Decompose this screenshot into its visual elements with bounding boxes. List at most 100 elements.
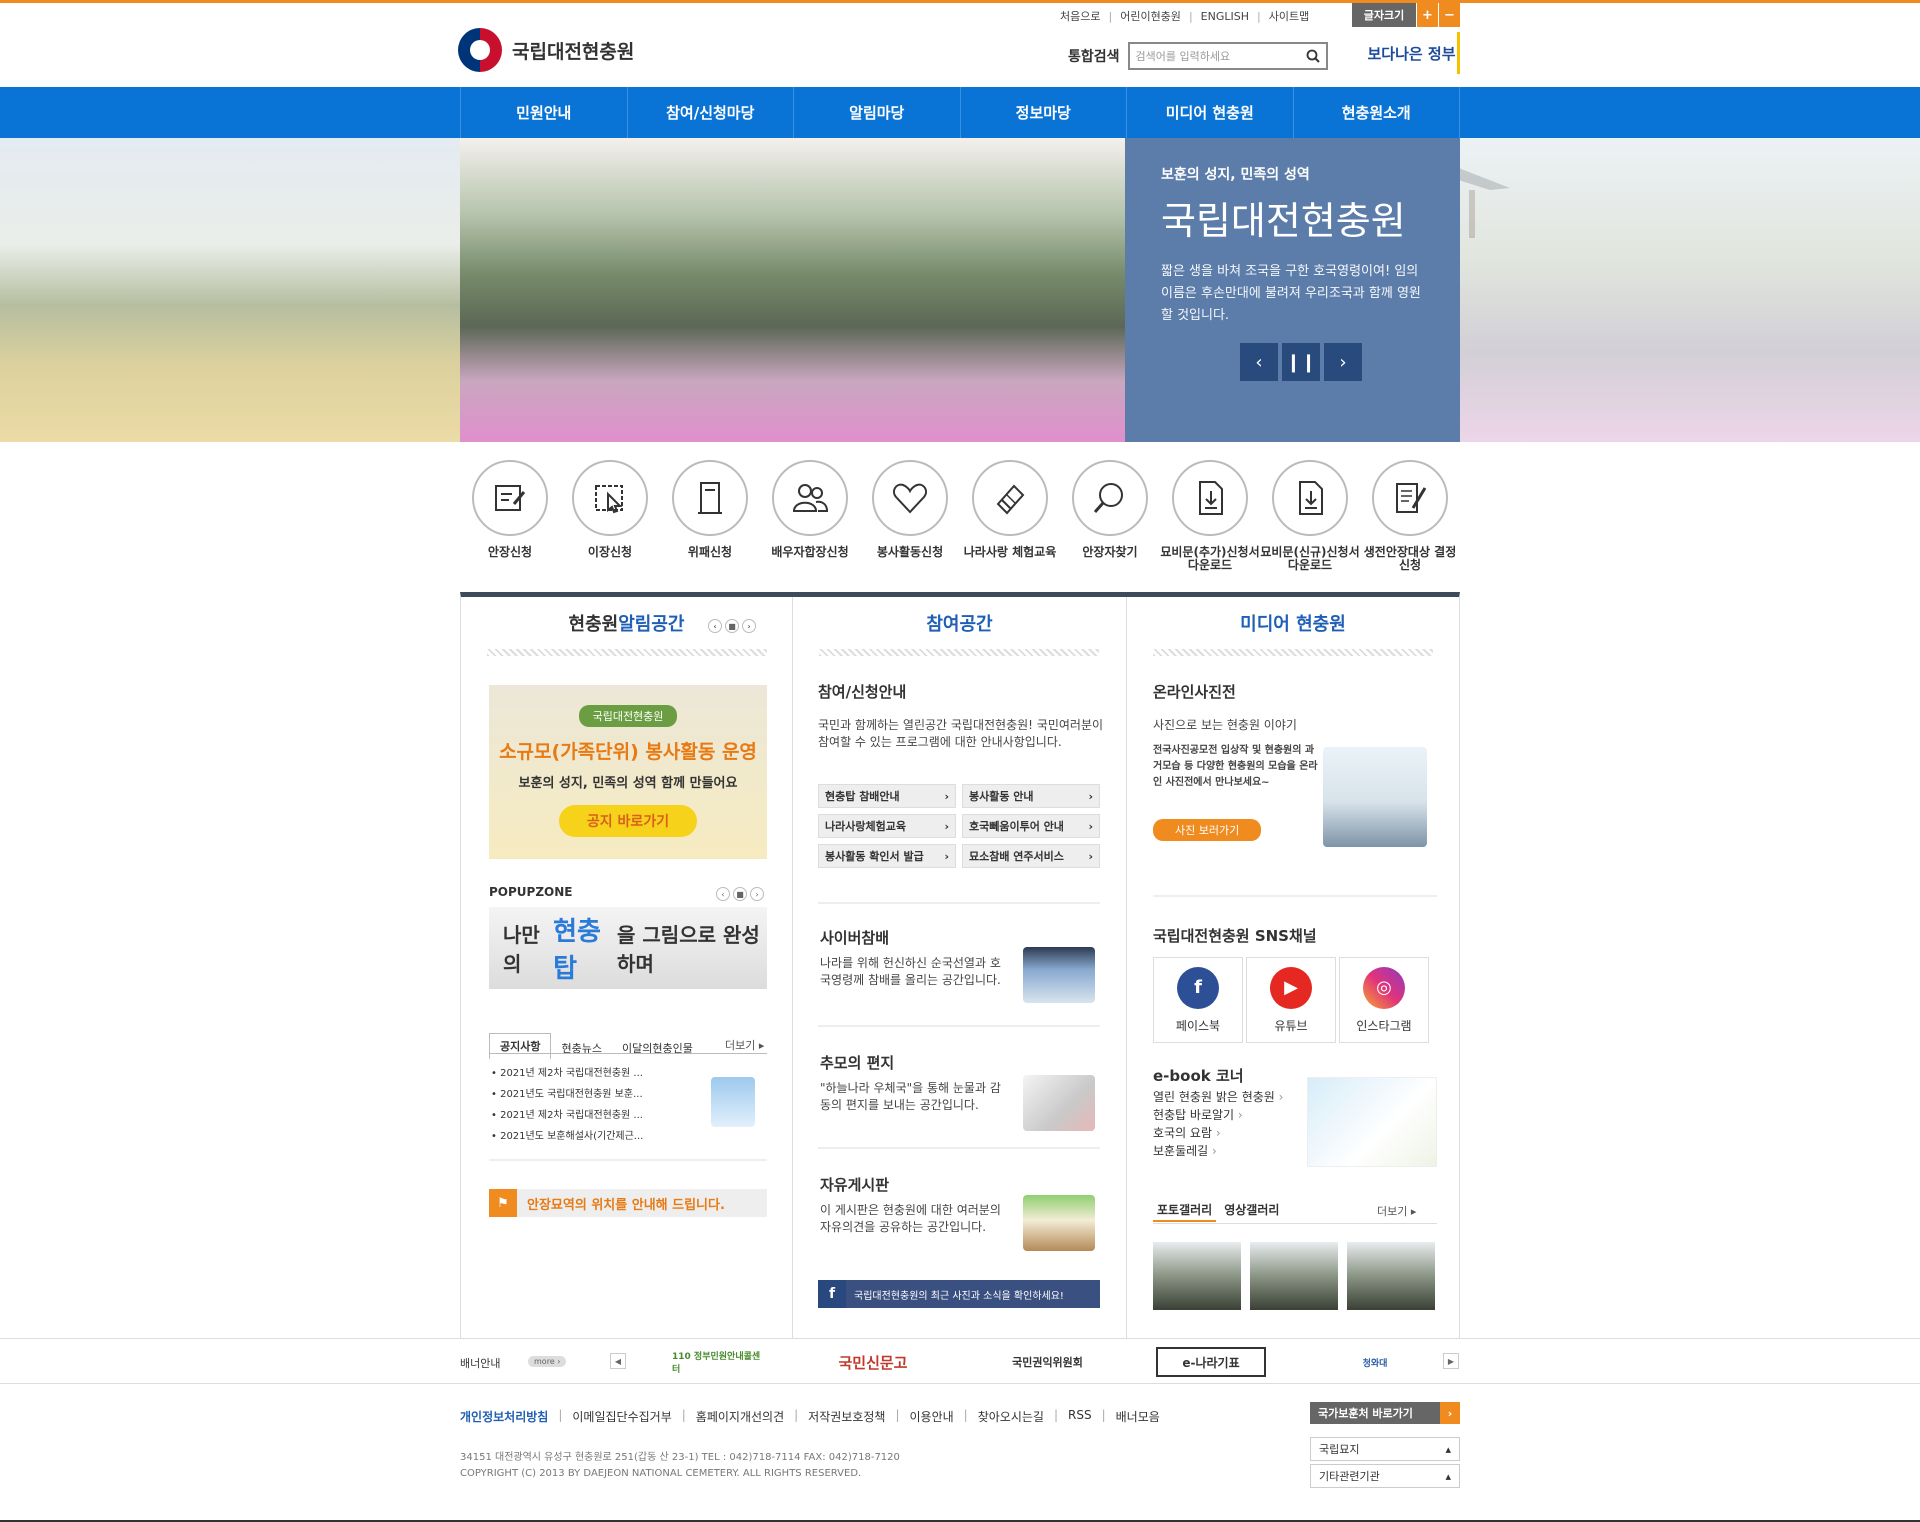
list-item[interactable]: 열린 현충원 밝은 현충원 <box>1153 1088 1283 1106</box>
tour-guide-button[interactable]: 호국뻬움이투어 안내 › <box>962 814 1100 838</box>
banner-next-button[interactable]: ▶ <box>1443 1353 1459 1369</box>
tab-person[interactable]: 이달의현충인물 <box>612 1036 703 1060</box>
volunteer-guide-button[interactable]: 봉사활동 안내 › <box>962 784 1100 808</box>
banner-110[interactable]: 110 정부민원안내콜센터 <box>672 1347 767 1377</box>
media-column: 미디어 현충원 온라인사진전 사진으로 보는 현충원 이야기 전국사진공모전 입… <box>1127 597 1459 1338</box>
sns-instagram-button[interactable]: ◎ 인스타그램 <box>1339 957 1429 1043</box>
board-title[interactable]: 자유게시판 <box>820 1174 889 1195</box>
footer-rss-link[interactable]: RSS <box>1068 1408 1092 1425</box>
cemetery-select[interactable]: 국립묘지 ▴ <box>1310 1437 1460 1461</box>
banner-acrc[interactable]: 국민권익위원회 <box>990 1347 1105 1377</box>
sns-youtube-button[interactable]: ▶ 유튜브 <box>1246 957 1336 1043</box>
board-desc: 이 게시판은 현충원에 대한 여러분의 자유의견을 공유하는 공간입니다. <box>820 1203 1001 1234</box>
button-label: 호국뻬움이투어 안내 <box>969 820 1064 833</box>
tab-notice[interactable]: 공지사항 <box>489 1033 552 1060</box>
quick-education-apply[interactable]: 나라사랑 체험교육 <box>960 460 1060 572</box>
stop-icon[interactable]: ■ <box>725 619 739 633</box>
chevron-left-icon[interactable]: ‹ <box>716 887 730 901</box>
mpva-site-button[interactable]: 국가보훈처 바로가기 › <box>1310 1402 1460 1424</box>
util-sitemap-link[interactable]: 사이트맵 <box>1269 8 1309 24</box>
banner-enara[interactable]: e-나라기표 <box>1156 1347 1266 1377</box>
quick-epitaph-new-download[interactable]: 묘비문(신규)신청서 다운로드 <box>1260 460 1360 572</box>
quick-spouse-apply[interactable]: 배우자합장신청 <box>760 460 860 572</box>
gallery-thumbnail[interactable] <box>1347 1242 1435 1310</box>
font-decrease-button[interactable]: − <box>1438 3 1460 27</box>
footer-usage-link[interactable]: 이용안내 <box>910 1408 954 1425</box>
footer-links: 개인정보처리방침 | 이메일집단수집거부 | 홈페이지개선의견 | 저작권보호정책 | … <box>460 1408 1160 1425</box>
tab-news[interactable]: 현충뉴스 <box>551 1036 611 1060</box>
nav-item-participate[interactable]: 참여/신청마당 <box>628 87 794 138</box>
tab-photo-gallery[interactable]: 포토갤러리 <box>1153 1199 1217 1222</box>
hero-description: 짧은 생을 바쳐 조국을 구한 호국영령이여! 임의 이름은 후손만대에 불려져… <box>1161 264 1421 323</box>
util-english-link[interactable]: ENGLISH <box>1201 10 1249 23</box>
quick-find-buried[interactable]: 안장자찾기 <box>1060 460 1160 572</box>
location-guide-button[interactable]: ⚑ 안장묘역의 위치를 안내해 드립니다. <box>489 1189 767 1217</box>
chevron-left-icon[interactable]: ‹ <box>708 619 722 633</box>
popup-banner[interactable]: 나만의 현충탑 을 그림으로 완성하며 <box>489 907 767 989</box>
related-org-select[interactable]: 기타관련기관 ▴ <box>1310 1464 1460 1488</box>
list-item[interactable]: 2021년도 국립대전현충원 보훈... <box>491 1084 643 1105</box>
memorial-visit-button[interactable]: 현충탑 참배안내 › <box>818 784 956 808</box>
nav-item-civil[interactable]: 민원안내 <box>461 87 628 138</box>
footer-copyright-link[interactable]: 저작권보호정책 <box>808 1408 885 1425</box>
photo-go-button[interactable]: 사진 보러가기 <box>1153 819 1262 841</box>
grave-music-service-button[interactable]: 묘소참배 연주서비스 › <box>962 844 1100 868</box>
nav-item-about[interactable]: 현충원소개 <box>1294 87 1460 138</box>
nav-item-notice[interactable]: 알림마당 <box>794 87 961 138</box>
sns-facebook-button[interactable]: f 페이스북 <box>1153 957 1243 1043</box>
photo-exhibit-title[interactable]: 온라인사진전 <box>1153 681 1236 702</box>
facebook-news-bar[interactable]: f 국립대전현충원의 최근 사진과 소식을 확인하세요! <box>818 1280 1100 1308</box>
letter-title[interactable]: 추모의 편지 <box>820 1052 894 1073</box>
eraser-pencil-icon <box>972 460 1048 536</box>
patriot-education-button[interactable]: 나라사랑체험교육 › <box>818 814 956 838</box>
nav-item-info[interactable]: 정보마당 <box>961 87 1127 138</box>
gallery-thumbnail[interactable] <box>1250 1242 1338 1310</box>
gov-badge[interactable]: 보다나은 정부 <box>1366 32 1460 74</box>
util-home-link[interactable]: 처음으로 <box>1060 8 1100 24</box>
banner-sinmungo[interactable]: 국민신문고 <box>828 1347 918 1377</box>
list-item[interactable]: 2021년 제2차 국립대전현충원 ... <box>491 1105 643 1126</box>
chevron-right-icon[interactable]: › <box>742 619 756 633</box>
site-name: 국립대전현충원 <box>512 40 635 63</box>
hero-next-button[interactable]: › <box>1324 343 1362 381</box>
list-item[interactable]: 보훈둘레길 <box>1153 1142 1283 1160</box>
footer-privacy-link[interactable]: 개인정보처리방침 <box>460 1408 548 1425</box>
hero-pause-button[interactable]: ❙❙ <box>1282 343 1320 381</box>
list-item[interactable]: 2021년 제2차 국립대전현충원 ... <box>491 1063 643 1084</box>
banner-more-button[interactable]: more › <box>528 1356 567 1367</box>
guide-desc: 국민과 함께하는 열린공간 국립대전현충원! 국민여러분이 참여할 수 있는 프… <box>818 718 1104 749</box>
list-item[interactable]: 2021년도 보훈해설사(기간제근... <box>491 1126 643 1147</box>
nav-item-media[interactable]: 미디어 현충원 <box>1127 87 1294 138</box>
quick-relocation-apply[interactable]: 이장신청 <box>560 460 660 572</box>
banner-prev-button[interactable]: ◀ <box>610 1353 626 1369</box>
cyber-title[interactable]: 사이버참배 <box>820 927 889 948</box>
notice-more-link[interactable]: 더보기 ▸ <box>725 1037 764 1053</box>
tab-video-gallery[interactable]: 영상갤러리 <box>1220 1199 1283 1222</box>
gallery-more-link[interactable]: 더보기 ▸ <box>1377 1203 1416 1219</box>
list-item[interactable]: 현충탑 바로알기 <box>1153 1106 1283 1124</box>
quick-epitaph-add-download[interactable]: 묘비문(추가)신청서 다운로드 <box>1160 460 1260 572</box>
banner-cheongwadae[interactable]: 청와대 <box>1343 1347 1407 1377</box>
footer-email-link[interactable]: 이메일집단수집거부 <box>572 1408 671 1425</box>
chevron-right-icon[interactable]: › <box>750 887 764 901</box>
stop-icon[interactable]: ■ <box>733 887 747 901</box>
guide-title[interactable]: 참여/신청안내 <box>818 681 906 702</box>
hero-prev-button[interactable]: ‹ <box>1240 343 1278 381</box>
footer-directions-link[interactable]: 찾아오시는길 <box>978 1408 1044 1425</box>
util-kids-link[interactable]: 어린이현충원 <box>1120 8 1181 24</box>
notice-banner[interactable]: 국립대전현충원 소규모(가족단위) 봉사활동 운영 보훈의 성지, 민족의 성역… <box>489 685 767 859</box>
quick-burial-apply[interactable]: 안장신청 <box>460 460 560 572</box>
search-icon[interactable] <box>1306 49 1320 63</box>
quick-tablet-apply[interactable]: 위패신청 <box>660 460 760 572</box>
gallery-thumbnail[interactable] <box>1153 1242 1241 1310</box>
footer-feedback-link[interactable]: 홈페이지개선의견 <box>696 1408 784 1425</box>
volunteer-certificate-button[interactable]: 봉사활동 확인서 발급 › <box>818 844 956 868</box>
font-increase-button[interactable]: + <box>1416 3 1438 27</box>
quick-living-burial-apply[interactable]: 생전안장대상 결정신청 <box>1360 460 1460 572</box>
search-input[interactable]: 검색어를 입력하세요 <box>1127 42 1328 70</box>
banner-go-button[interactable]: 공지 바로가기 <box>558 805 698 837</box>
footer-banners-link[interactable]: 배너모음 <box>1116 1408 1160 1425</box>
site-logo[interactable]: 국립대전현충원 <box>458 28 634 72</box>
quick-volunteer-apply[interactable]: 봉사활동신청 <box>860 460 960 572</box>
list-item[interactable]: 호국의 요람 <box>1153 1124 1283 1142</box>
